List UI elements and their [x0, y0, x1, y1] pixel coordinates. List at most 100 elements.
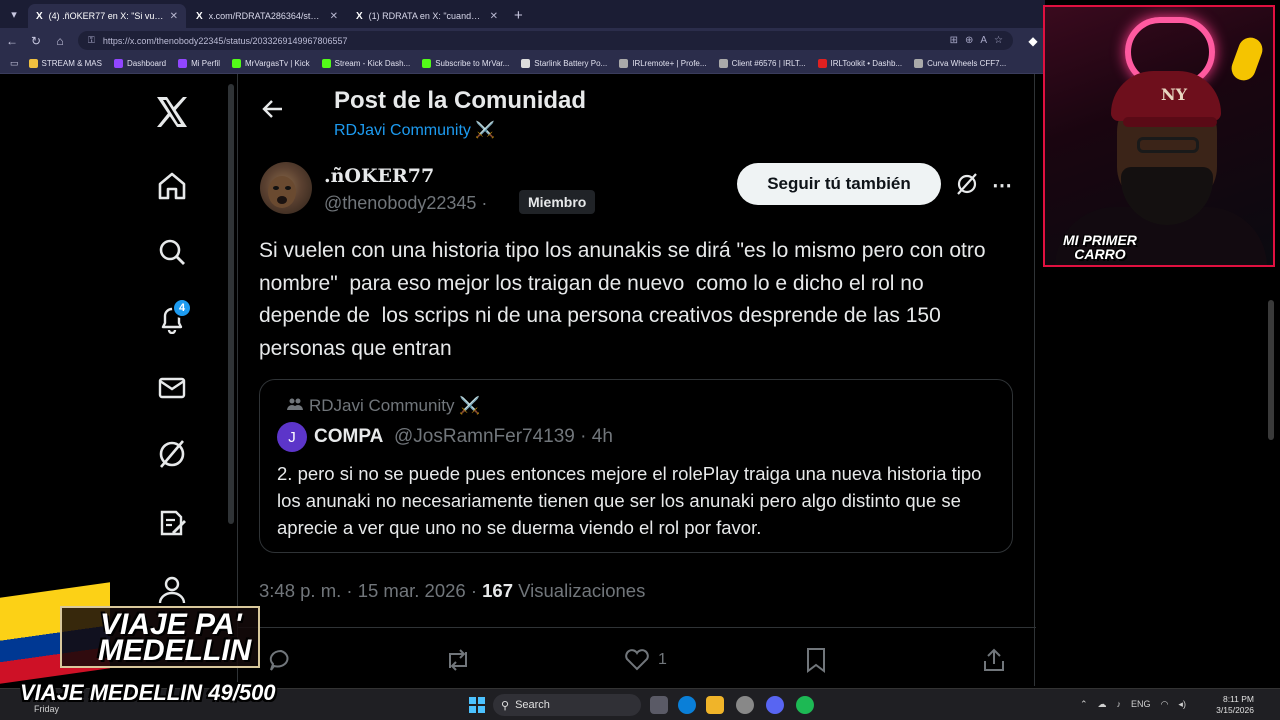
browser-tab-3[interactable]: X (1) RDRATA en X: "cuando están hab ✕ [348, 4, 506, 28]
task-view-icon[interactable] [650, 696, 668, 714]
quote-community[interactable]: RDJavi Community ⚔️ [287, 396, 480, 416]
cam-tag-line1: MI PRIMER [1063, 232, 1137, 248]
post-timestamp[interactable]: 3:48 p. m. · 15 mar. 2026 · [259, 580, 477, 601]
taskbar-search-label: Search [515, 699, 550, 711]
bookmark-label: Mi Perfil [191, 58, 220, 68]
bookmark-item[interactable]: IRLremote+ | Profe... [613, 58, 712, 68]
tab-label: (4) .ñOKER77 en X: "Si vuelen con u [48, 11, 164, 21]
community-link[interactable]: RDJavi Community ⚔️ [334, 120, 495, 140]
tray-mic-icon[interactable]: ♪ [1117, 699, 1122, 710]
quoted-post[interactable]: RDJavi Community ⚔️ J COMPA @JosRamnFer7… [259, 379, 1013, 553]
like-button[interactable]: 1 [624, 647, 667, 673]
banana-decoration [1228, 34, 1266, 84]
edge-browser-icon[interactable] [678, 696, 696, 714]
page-title: Post de la Comunidad [334, 87, 587, 114]
taskbar-search-icon: ⚲ [501, 699, 510, 712]
bookmark-item[interactable]: Subscribe to MrVar... [416, 58, 515, 68]
cam-tag-line2: CARRO [1074, 246, 1126, 262]
bookmark-item[interactable]: IRLToolkit • Dashb... [812, 58, 909, 68]
tray-volume-icon[interactable]: ◂) [1178, 699, 1186, 710]
bookmark-item[interactable]: Mi Perfil [172, 58, 226, 68]
share-button[interactable] [982, 647, 1006, 673]
spotify-icon[interactable] [796, 696, 814, 714]
like-count: 1 [658, 651, 667, 668]
grok-icon[interactable] [154, 436, 190, 472]
grok-explain-icon[interactable] [955, 172, 979, 196]
cap-brim [1123, 117, 1217, 127]
post-meta: 3:48 p. m. · 15 mar. 2026 · 167 Visualiz… [259, 580, 645, 602]
bookmark-item[interactable]: Starlink Battery Po... [515, 58, 613, 68]
taskbar-search[interactable]: ⚲ Search [493, 694, 641, 716]
heart-icon [625, 649, 649, 671]
windows-start-icon[interactable] [469, 697, 485, 713]
repost-button[interactable] [444, 647, 472, 673]
x-favicon-icon: X [196, 10, 203, 22]
x-logo-icon[interactable] [154, 94, 190, 130]
bookmark-item[interactable]: MrVargasTv | Kick [226, 58, 316, 68]
read-aloud-icon[interactable]: A [980, 35, 987, 46]
url-actions: ⊞ ⊕ A ☆ [950, 35, 1003, 46]
file-explorer-icon[interactable] [706, 696, 724, 714]
quote-author-avatar[interactable]: J [277, 422, 307, 452]
bookmark-item[interactable]: Dashboard [108, 58, 172, 68]
x-favicon-icon: X [356, 10, 363, 22]
back-arrow-icon[interactable] [262, 98, 284, 120]
home-icon[interactable] [154, 168, 190, 204]
tray-wifi-icon[interactable]: ◠ [1161, 699, 1169, 710]
bookmark-favicon-icon [232, 58, 241, 68]
tab-label: x.com/RDRATA286364/status/2033 [208, 11, 324, 21]
bookmark-item[interactable]: Curva Wheels CFF7... [908, 58, 1012, 68]
sidebar-scrollbar[interactable] [228, 84, 234, 524]
site-info-icon[interactable]: ⚿ [88, 35, 95, 46]
favorite-star-icon[interactable]: ☆ [994, 35, 1003, 46]
zoom-icon[interactable]: ⊕ [965, 35, 973, 46]
home-browser-icon[interactable]: ⌂ [48, 34, 72, 48]
new-tab-icon[interactable]: + [508, 7, 531, 28]
follow-button[interactable]: Seguir tú también [737, 163, 941, 205]
app-available-icon[interactable]: ⊞ [950, 35, 958, 46]
reply-button[interactable] [268, 647, 294, 673]
tab-close-icon[interactable]: ✕ [490, 11, 498, 22]
bookmarks-menu-icon[interactable]: ▭ [6, 58, 23, 69]
bookmark-favicon-icon [619, 58, 629, 68]
bookmark-item[interactable]: Stream - Kick Dash... [316, 58, 417, 68]
more-options-icon[interactable]: ⋯ [991, 174, 1013, 197]
obs-icon[interactable] [736, 696, 754, 714]
lists-icon[interactable] [154, 505, 190, 541]
tray-chevron-icon[interactable]: ⌃ [1080, 699, 1088, 710]
x-favicon-icon: X [36, 10, 43, 22]
streamer-glasses [1137, 137, 1199, 153]
author-handle[interactable]: @thenobody22345 · [324, 193, 487, 214]
messages-envelope-icon[interactable] [154, 370, 190, 406]
author-name[interactable]: .ñOKER77 [324, 165, 434, 187]
tab-close-icon[interactable]: ✕ [170, 11, 178, 22]
bookmark-favicon-icon [817, 58, 827, 68]
author-avatar[interactable] [260, 162, 312, 214]
page-scrollbar[interactable] [1268, 300, 1274, 440]
screen: ▾ X (4) .ñOKER77 en X: "Si vuelen con u … [0, 0, 1280, 720]
bookmark-favicon-icon [113, 58, 123, 68]
bookmark-item[interactable]: Client #6576 | IRLT... [713, 58, 812, 68]
quote-author-name[interactable]: COMPA [314, 426, 383, 448]
tray-lang[interactable]: ENG [1131, 699, 1151, 710]
bookmark-button[interactable] [805, 647, 827, 673]
browser-tab-1[interactable]: X (4) .ñOKER77 en X: "Si vuelen con u ✕ [28, 4, 186, 28]
discord-icon[interactable] [766, 696, 784, 714]
reload-icon[interactable]: ↻ [24, 34, 48, 48]
url-field[interactable]: ⚿ https://x.com/thenobody22345/status/20… [78, 31, 1013, 50]
quote-text: 2. pero si no se puede pues entonces mej… [277, 463, 982, 538]
bookmark-label: IRLremote+ | Profe... [632, 58, 707, 68]
search-icon[interactable] [154, 234, 190, 270]
back-browser-icon[interactable]: ← [0, 34, 24, 48]
taskbar-clock[interactable]: 8:11 PM 3/15/2026 [1210, 694, 1254, 716]
clock-date: 3/15/2026 [1216, 705, 1254, 715]
extension-icon[interactable]: ◆ [1021, 34, 1045, 48]
bookmark-label: Stream - Kick Dash... [334, 58, 411, 68]
bookmark-item[interactable]: STREAM & MAS [23, 58, 108, 68]
tray-cloud-icon[interactable]: ☁ [1098, 699, 1107, 710]
quote-author-handle[interactable]: @JosRamnFer74139 · 4h [394, 426, 613, 448]
share-icon [984, 648, 1004, 671]
tab-close-icon[interactable]: ✕ [330, 11, 338, 22]
tab-list-icon[interactable]: ▾ [0, 0, 28, 28]
browser-tab-2[interactable]: X x.com/RDRATA286364/status/2033 ✕ [188, 4, 346, 28]
